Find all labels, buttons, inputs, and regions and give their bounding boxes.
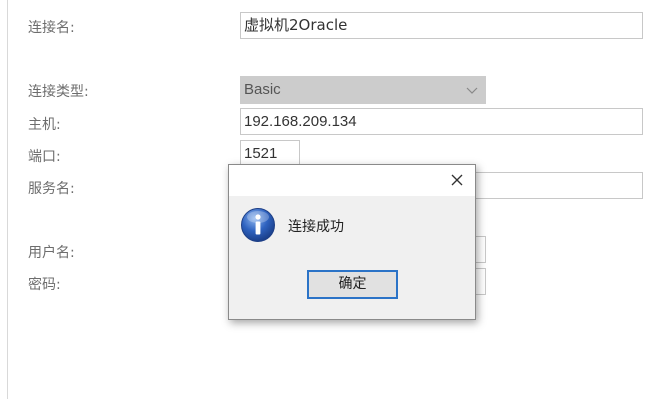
username-label: 用户名: bbox=[28, 245, 75, 261]
dialog-message: 连接成功 bbox=[288, 219, 344, 235]
connection-type-select[interactable]: Basic bbox=[240, 76, 486, 104]
password-label: 密码: bbox=[28, 277, 61, 293]
port-label: 端口: bbox=[28, 149, 61, 165]
panel-left-border bbox=[7, 0, 8, 399]
port-input[interactable]: 1521 bbox=[240, 140, 300, 167]
connection-type-label: 连接类型: bbox=[28, 84, 89, 100]
close-icon[interactable] bbox=[447, 170, 467, 190]
info-icon bbox=[241, 208, 275, 242]
message-dialog: 连接成功 确定 bbox=[228, 164, 476, 320]
dialog-titlebar bbox=[229, 165, 475, 196]
chevron-down-icon bbox=[466, 87, 478, 94]
host-input[interactable]: 192.168.209.134 bbox=[240, 108, 643, 135]
service-name-label: 服务名: bbox=[28, 181, 75, 197]
connection-name-label: 连接名: bbox=[28, 20, 75, 36]
host-label: 主机: bbox=[28, 117, 61, 133]
connection-name-input[interactable]: 虚拟机2Oracle bbox=[240, 12, 643, 39]
ok-button[interactable]: 确定 bbox=[307, 270, 398, 299]
connection-type-value: Basic bbox=[244, 81, 281, 98]
